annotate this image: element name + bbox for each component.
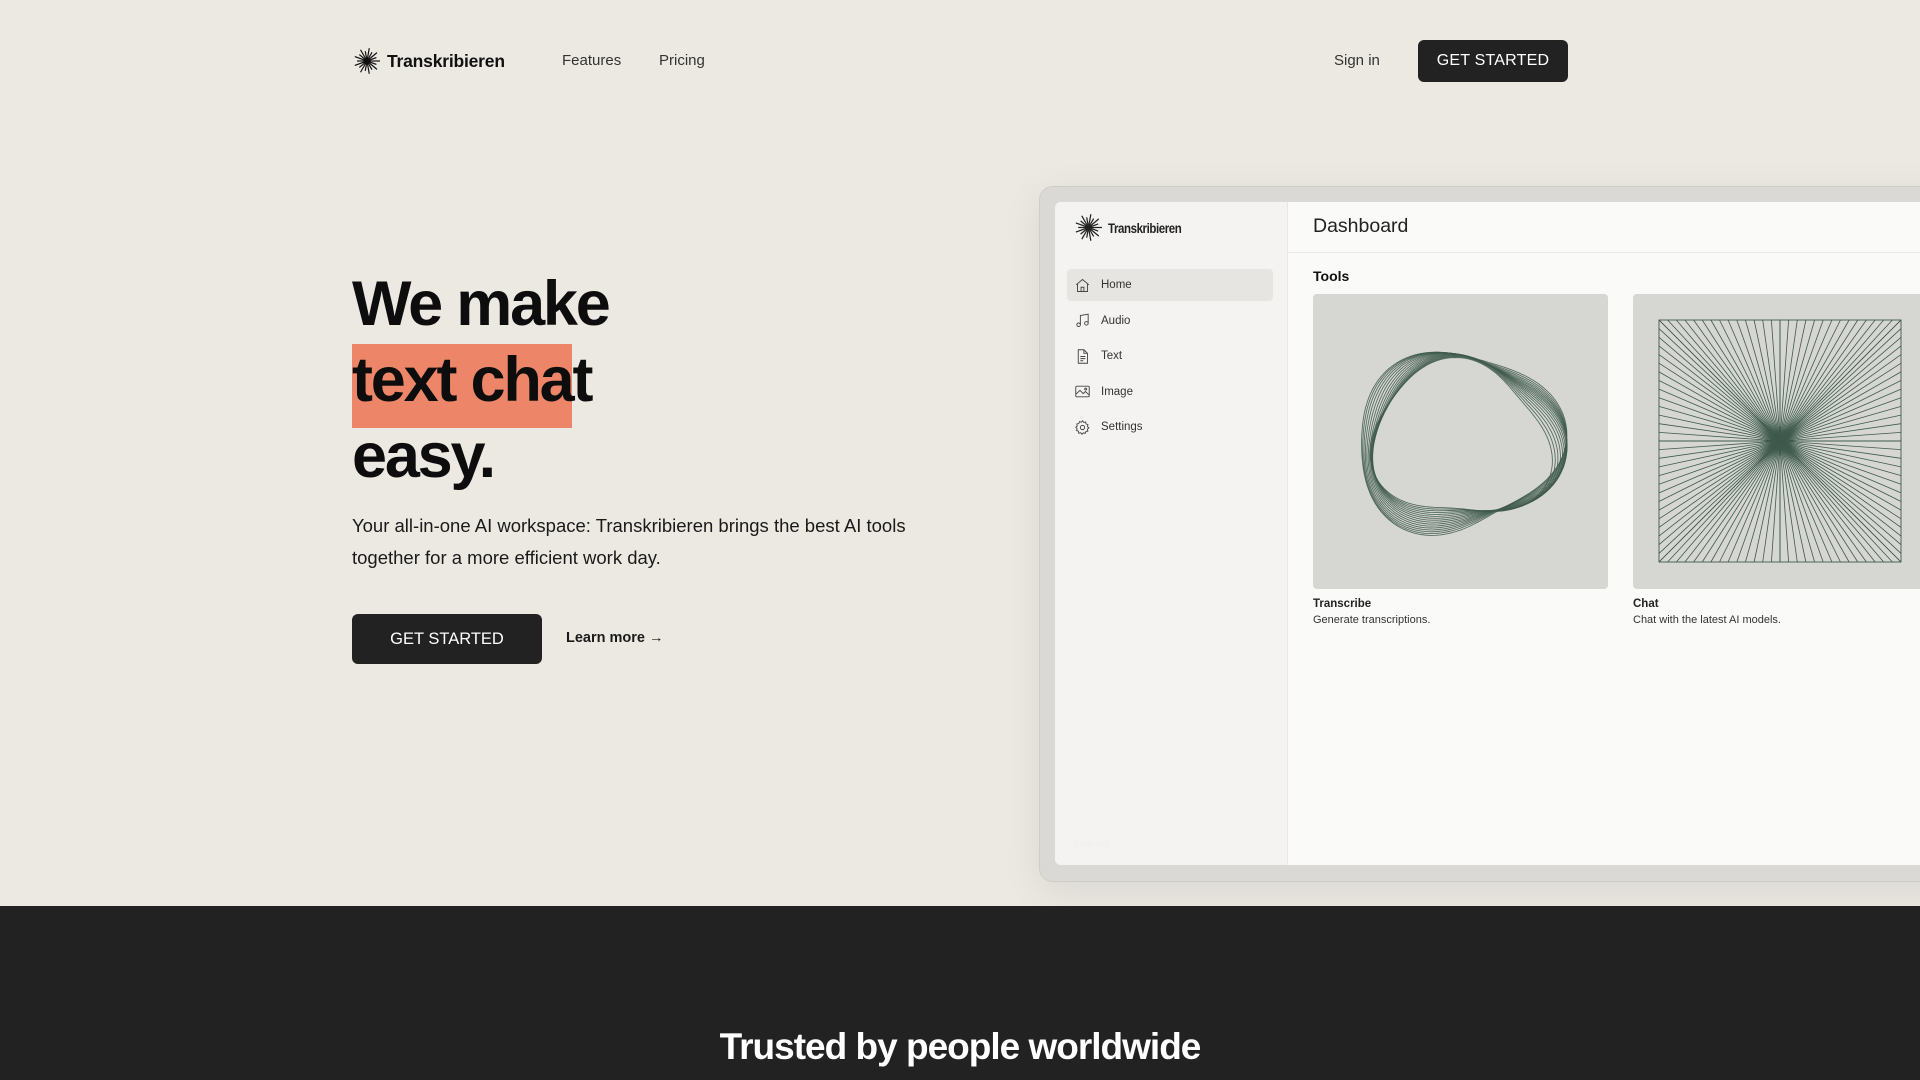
top-nav: Transkribieren Features Pricing Sign in … [0,0,1920,122]
sign-out-link[interactable]: Sign out [1073,839,1110,850]
page-title: Dashboard [1313,215,1409,237]
hero-subtitle: Your all-in-one AI workspace: Transkribi… [352,515,906,568]
mockup-brand-name: Transkribieren [1108,219,1182,236]
sidebar-item-label: Home [1101,279,1132,291]
hero-title: We make text chat easy. [352,266,611,494]
mockup-sidebar: Transkribieren Home Audio Text Image Set… [1055,202,1288,865]
sidebar-item-label: Settings [1101,421,1143,433]
sidebar-item-home[interactable]: Home [1067,269,1273,301]
hero-title-line-3: easy. [352,421,496,491]
sidebar-item-label: Audio [1101,314,1131,327]
document-icon [1077,348,1088,364]
tool-description: Chat with the latest AI models. [1633,614,1781,626]
learn-more-link[interactable]: Learn more → [566,630,664,646]
starburst-logo-icon [1075,214,1102,241]
section-heading: Tools [1313,268,1350,284]
section-heading: Trusted by people worldwide [719,1026,1202,1067]
tool-card-chat[interactable] [1633,294,1920,589]
hero-get-started-button[interactable]: GET STARTED [352,614,542,664]
nav-link-features[interactable]: Features [562,52,621,69]
tool-title: Transcribe [1313,598,1372,610]
brand-logo[interactable]: Transkribieren [352,46,505,76]
tool-description: Generate transcriptions. [1313,614,1431,626]
get-started-button[interactable]: GET STARTED [1418,40,1568,82]
sidebar-item-image[interactable]: Image [1067,376,1273,408]
hero-title-highlight-text: text chat [352,345,593,415]
wavy-ring-artwork [1361,351,1568,536]
hero-title-highlight: text chat [352,342,593,428]
music-note-icon [1076,313,1089,327]
tool-title: Chat [1633,598,1659,610]
home-icon [1075,278,1090,292]
testimonials-section: Trusted by people worldwide [0,906,1920,1080]
sign-in-link[interactable]: Sign in [1334,52,1380,69]
sidebar-item-settings[interactable]: Settings [1067,411,1273,443]
starburst-logo-icon [354,48,380,74]
nav-link-pricing[interactable]: Pricing [659,52,705,69]
sidebar-item-audio[interactable]: Audio [1067,305,1273,337]
gear-icon [1075,419,1090,435]
app-mockup-screen: Transkribieren Home Audio Text Image Set… [1055,202,1920,865]
sidebar-item-label: Image [1101,385,1133,398]
tool-card-transcribe[interactable] [1313,294,1608,589]
hero-title-line-1: We make [352,269,611,339]
mockup-brand[interactable]: Transkribieren [1073,212,1198,243]
radiating-lines-artwork [1658,319,1902,563]
mockup-sidebar-nav: Home Audio Text Image Settings [1067,269,1273,447]
brand-name: Transkribieren [387,50,505,71]
image-icon [1075,385,1090,398]
mockup-header: Dashboard [1288,202,1920,253]
sidebar-item-label: Text [1101,350,1123,362]
sidebar-item-text[interactable]: Text [1067,340,1273,372]
